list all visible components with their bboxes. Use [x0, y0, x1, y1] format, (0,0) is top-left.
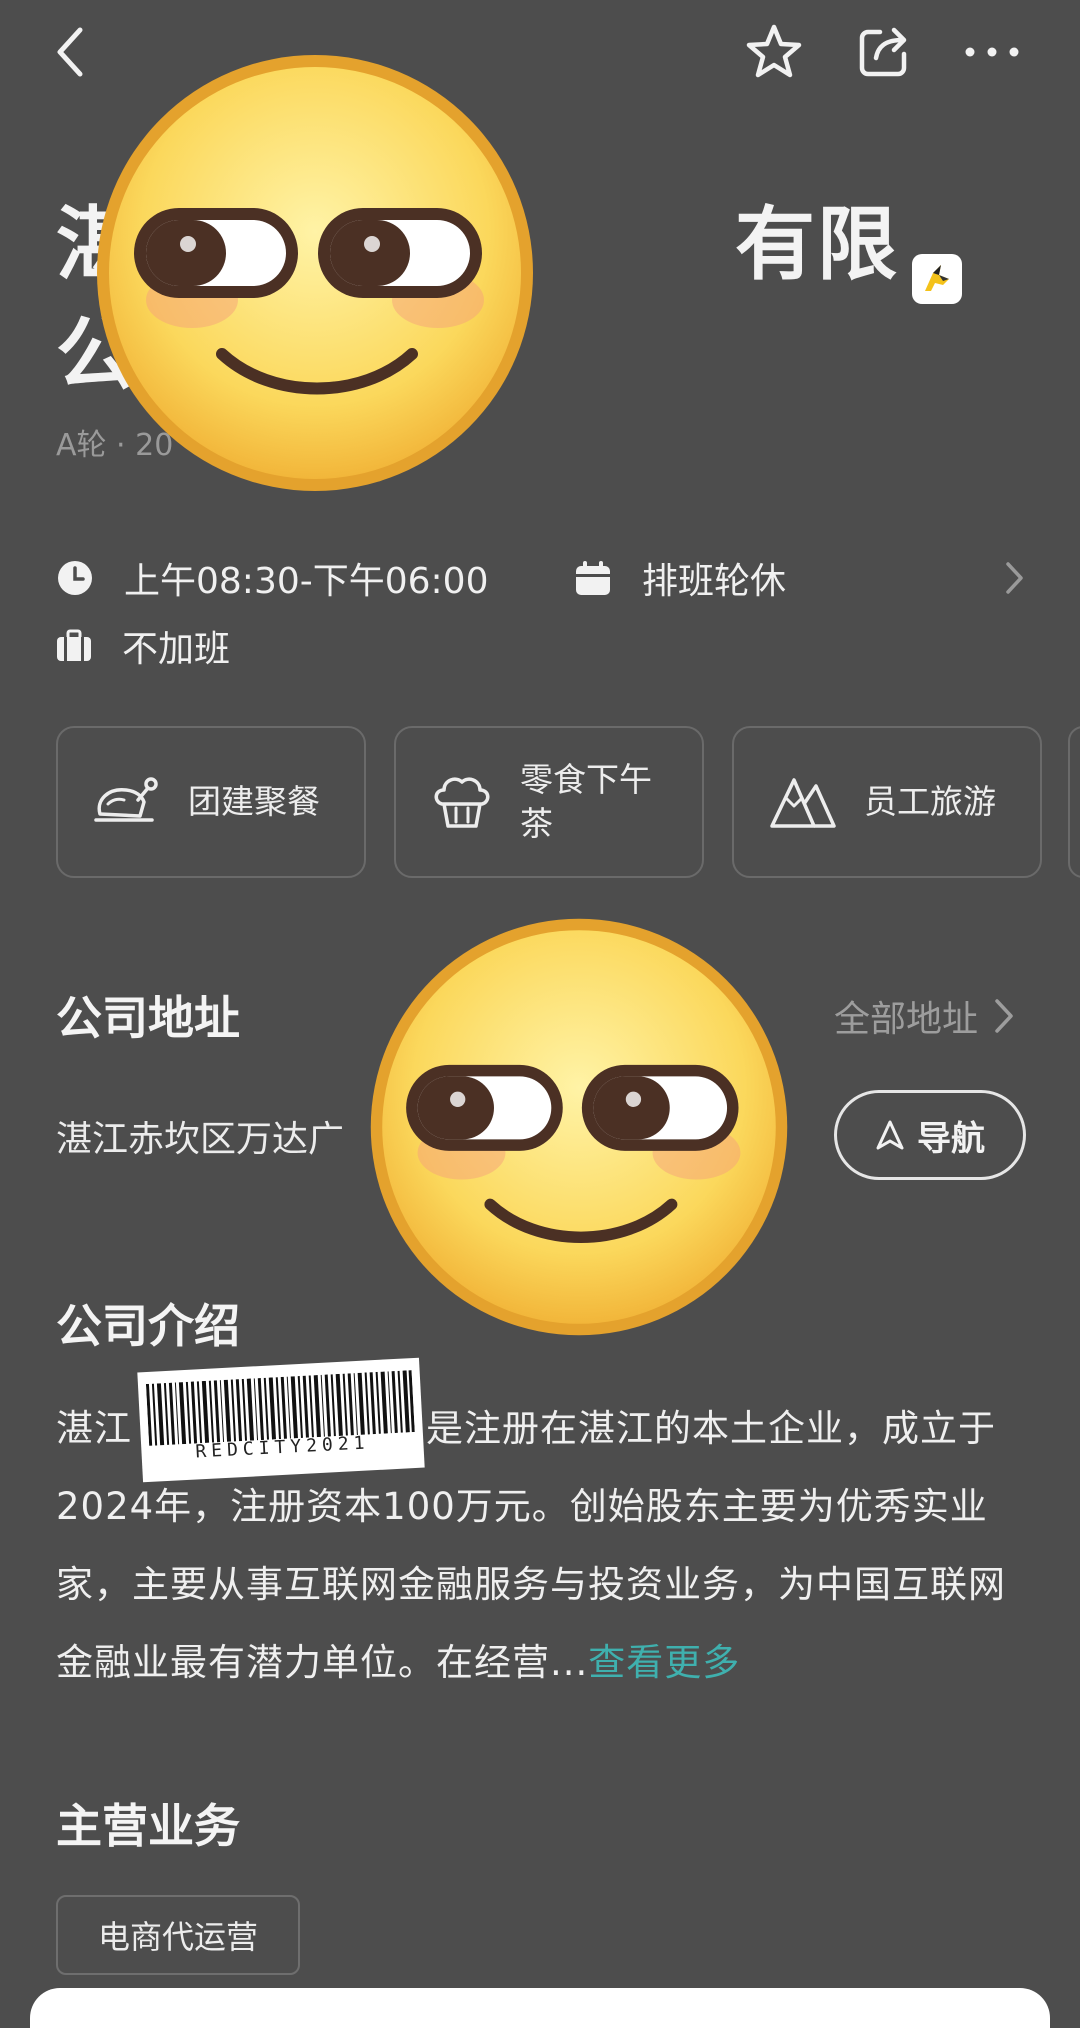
intro-text-start: 湛江: [56, 1407, 132, 1450]
welfare-label: 零食下午茶: [520, 760, 652, 843]
chicken-icon: [94, 777, 158, 822]
intro-section-title: 公司介绍: [56, 1299, 240, 1353]
unicorn-logo-icon: [925, 265, 949, 291]
briefcase-icon: [57, 629, 91, 661]
more-button[interactable]: [960, 20, 1024, 84]
schedule-row[interactable]: 排班轮休: [574, 552, 786, 604]
share-button[interactable]: [852, 20, 916, 84]
see-more-link[interactable]: 查看更多: [588, 1641, 740, 1684]
brand-logo: [912, 254, 962, 304]
chevron-right-icon: [1006, 562, 1023, 594]
welfare-label: 员工旅游: [864, 782, 996, 821]
clock-icon: [58, 561, 92, 595]
back-button[interactable]: [40, 22, 100, 82]
welfare-card-travel[interactable]: 员工旅游: [732, 726, 1042, 878]
calendar-icon: [576, 561, 610, 595]
welfare-card-afternoon-tea[interactable]: 零食下午茶: [394, 726, 704, 878]
cake-icon: [434, 777, 490, 828]
business-tag: 电商代运营: [56, 1895, 300, 1975]
all-addresses-link[interactable]: 全部地址: [834, 990, 1016, 1042]
welfare-label: 团建聚餐: [188, 782, 320, 821]
company-address: 湛江赤坎区万达广: [56, 1119, 345, 1160]
schedule-text: 排班轮休: [642, 561, 787, 602]
address-section-title: 公司地址: [56, 991, 240, 1045]
bottom-sheet-edge: [30, 1988, 1050, 2028]
smirk-emoji-sticker: [97, 55, 533, 491]
chevron-right-icon: [995, 999, 1013, 1033]
work-hours-text: 上午08:30-下午06:00: [124, 561, 489, 602]
overtime-row: 不加班: [56, 620, 230, 672]
overtime-text: 不加班: [122, 629, 231, 670]
share-icon: [859, 27, 907, 77]
navigate-label: 导航: [917, 1118, 985, 1159]
welfare-card-partial[interactable]: [1068, 726, 1080, 878]
more-dots-icon: [965, 47, 1019, 57]
star-icon: [746, 24, 802, 78]
navigate-button[interactable]: 导航: [834, 1090, 1026, 1180]
all-addresses-label: 全部地址: [834, 999, 979, 1040]
work-hours-row: 上午08:30-下午06:00: [56, 552, 488, 604]
work-info-expand[interactable]: [994, 556, 1034, 600]
navigation-arrow-icon: [876, 1120, 904, 1150]
welfare-card-team-dinner[interactable]: 团建聚餐: [56, 726, 366, 878]
barcode-sticker: REDCITY2021: [137, 1357, 425, 1483]
mountain-icon: [770, 778, 836, 828]
smirk-emoji-sticker: [370, 918, 788, 1336]
business-section-title: 主营业务: [56, 1799, 240, 1853]
favorite-button[interactable]: [742, 20, 806, 84]
chevron-left-icon: [57, 27, 83, 77]
